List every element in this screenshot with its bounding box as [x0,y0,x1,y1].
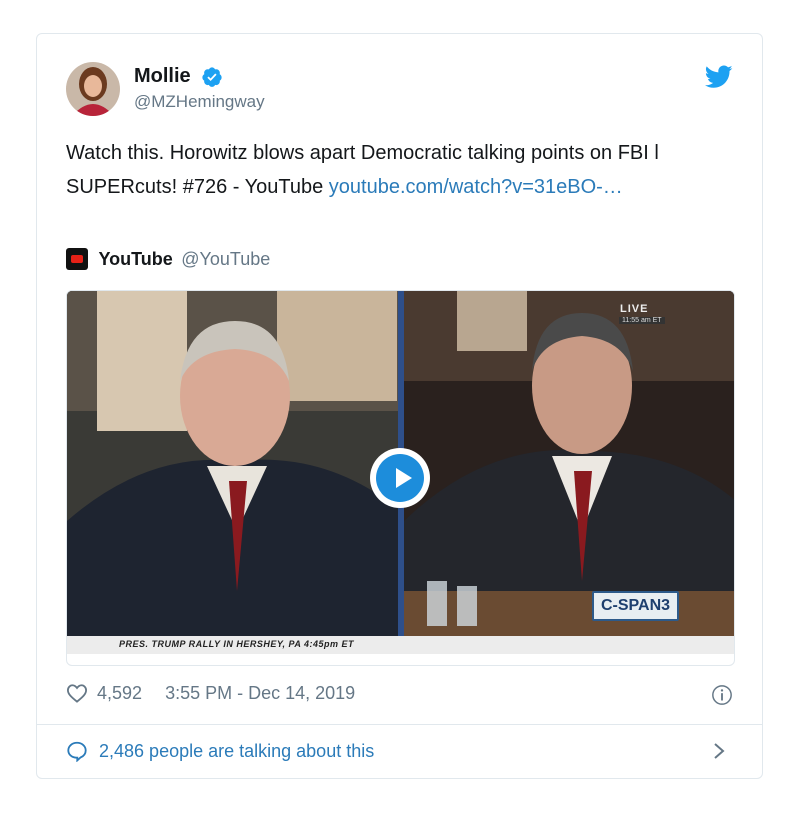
quoted-source[interactable]: YouTube @YouTube [66,248,270,272]
talking-text[interactable]: 2,486 people are talking about this [99,741,374,761]
author-names[interactable]: Mollie @MZHemingway [134,65,265,112]
author-handle[interactable]: @MZHemingway [134,92,265,112]
live-badge: LIVE [620,303,649,315]
tweet-meta: 4,592 3:55 PM - Dec 14, 2019 [66,682,733,710]
tweet-card: Mollie @MZHemingway Watch this. Horowitz… [36,33,763,779]
avatar[interactable] [66,62,120,116]
play-button-circle [376,454,424,502]
play-triangle [396,468,412,488]
info-icon[interactable] [711,684,733,706]
live-time: 11:55 am ET [619,317,665,324]
timestamp[interactable]: 3:55 PM - Dec 14, 2019 [165,683,355,703]
twitter-bird-icon[interactable] [704,65,733,89]
quoted-name[interactable]: YouTube [98,249,172,270]
video-thumbnail[interactable]: LIVE 11:55 am ET C-SPAN3 [67,291,734,636]
youtube-logo-icon [66,248,88,270]
quoted-handle[interactable]: @YouTube [181,249,270,270]
play-icon[interactable] [370,448,430,508]
verified-icon [201,66,223,88]
author-display-name[interactable]: Mollie [134,65,191,88]
video-card[interactable]: LIVE 11:55 am ET C-SPAN3 PRES. TRUMP RAL… [66,290,735,666]
tweet-header: Mollie @MZHemingway [66,62,733,122]
chevron-right-icon[interactable] [712,742,726,760]
heart-icon[interactable] [66,683,88,704]
divider [37,724,762,725]
network-badge: C-SPAN3 [592,591,680,621]
video-caption-bar: PRES. TRUMP RALLY IN HERSHEY, PA 4:45pm … [67,636,734,654]
tweet-text: Watch this. Horowitz blows apart Democra… [66,136,726,204]
speech-bubble-icon [66,740,88,763]
video-caption: PRES. TRUMP RALLY IN HERSHEY, PA 4:45pm … [119,639,355,649]
tweet-link[interactable]: youtube.com/watch?v=31eBO-… [329,176,623,198]
like-count[interactable]: 4,592 [97,683,142,703]
talking-link[interactable]: 2,486 people are talking about this [66,740,374,763]
